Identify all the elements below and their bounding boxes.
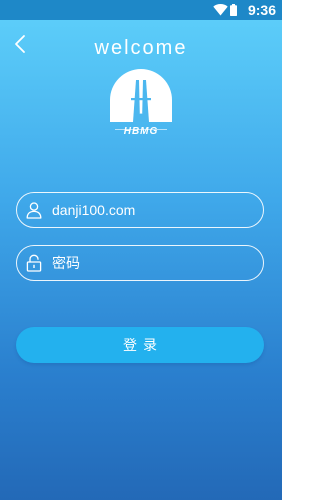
user-icon xyxy=(26,202,42,219)
wifi-icon xyxy=(213,4,228,16)
password-input[interactable] xyxy=(52,246,251,280)
status-time: 9:36 xyxy=(247,2,276,18)
email-input[interactable] xyxy=(52,193,251,227)
battery-icon xyxy=(230,4,237,16)
password-field xyxy=(16,245,264,281)
logo-text: HBMG xyxy=(124,126,159,137)
status-bar: 9:36 xyxy=(0,0,282,20)
hbmg-logo: HBMG xyxy=(110,69,172,137)
welcome-title: welcome xyxy=(94,37,188,59)
lock-icon xyxy=(26,254,42,272)
login-button[interactable]: 登录 xyxy=(16,327,264,363)
login-screen: 9:36 welcome HBMG danji100.com 登录 xyxy=(0,0,282,500)
email-field xyxy=(16,192,264,228)
